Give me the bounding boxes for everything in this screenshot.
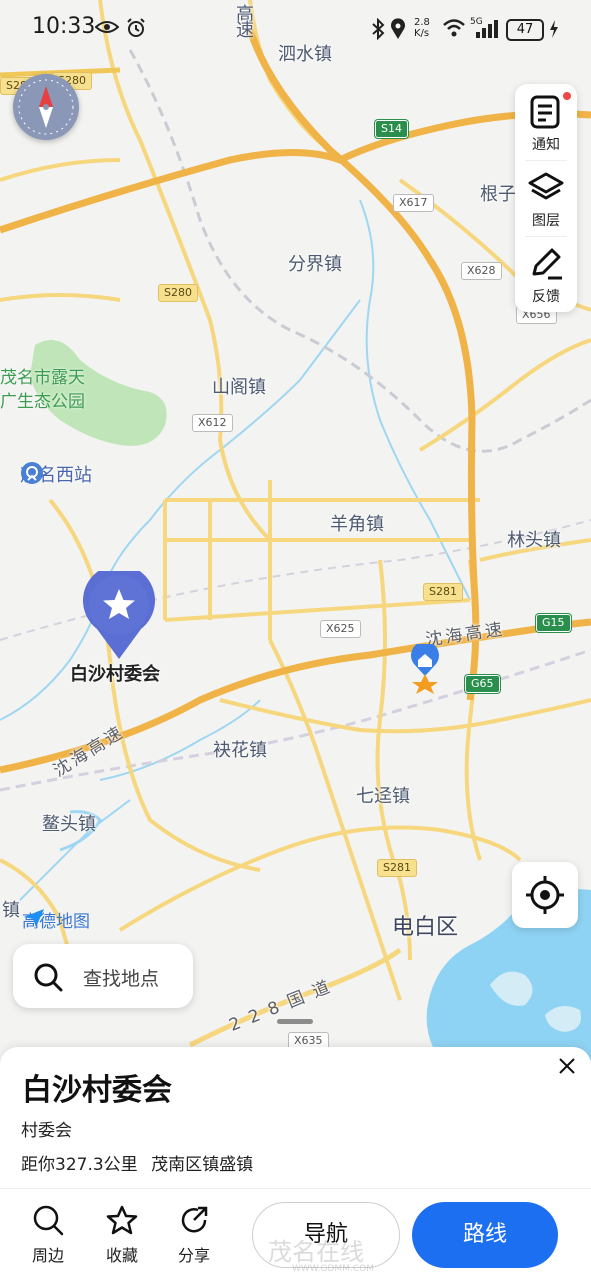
map-brand: 高德地图 — [22, 907, 90, 932]
cell-signal-icon — [476, 20, 498, 38]
map-label-jiuhua: 袂花镇 — [213, 740, 267, 761]
train-station-icon — [21, 462, 43, 484]
notify-badge-dot — [563, 92, 571, 100]
place-distance: 距你327.3公里 — [21, 1155, 138, 1175]
selected-place-label: 白沙村委会 — [70, 664, 160, 685]
map-label-park-line1: 茂名市露天 — [0, 368, 85, 388]
route-button[interactable]: 路线 — [412, 1202, 558, 1268]
close-icon[interactable] — [556, 1055, 578, 1077]
layers-label: 图层 — [532, 213, 560, 229]
notify-button[interactable]: 通知 — [515, 84, 577, 158]
nearby-label: 周边 — [31, 1246, 64, 1265]
wifi-icon — [443, 19, 465, 37]
status-time: 10:33 — [32, 14, 96, 39]
nearby-button[interactable]: 周边 — [18, 1204, 78, 1265]
battery-indicator: 47 — [506, 19, 544, 41]
place-address: 茂南区镇盛镇 — [151, 1155, 254, 1175]
net-speed-unit: K/s — [414, 28, 430, 39]
net-speed-value: 2.8 — [414, 17, 430, 28]
layers-icon — [528, 172, 564, 200]
crosshair-icon — [526, 876, 564, 914]
location-pin-icon — [411, 644, 439, 694]
status-bar: 10:33 2.8 K/s 5G 47 — [0, 0, 591, 58]
amap-logo-icon — [24, 909, 44, 927]
compass-icon — [18, 79, 74, 135]
map-drawing — [0, 0, 591, 1060]
map-canvas[interactable]: 高 速 泗水镇 根子 分界镇 山阁镇 羊角镇 林头镇 袂花镇 七迳镇 鳌头镇 镇… — [0, 0, 591, 1060]
favorite-button[interactable]: 收藏 — [92, 1204, 152, 1265]
edit-feedback-icon — [532, 248, 562, 280]
map-label-park-line2: 广生态公园 — [0, 392, 85, 412]
star-icon — [106, 1205, 138, 1235]
place-info: 距你327.3公里 茂南区镇盛镇 — [21, 1150, 253, 1175]
location-status-icon — [391, 18, 405, 39]
favorite-label: 收藏 — [105, 1246, 138, 1265]
map-label-genzi: 根子 — [480, 184, 516, 205]
shield-s281-b: S281 — [377, 859, 417, 877]
site-watermark: 茂名在线 WWW.GDMM.COM — [200, 1230, 400, 1276]
map-toolbar: 通知 图层 反馈 — [515, 84, 577, 312]
map-label-shange: 山阁镇 — [212, 377, 266, 398]
search-placeholder: 查找地点 — [83, 968, 160, 990]
shield-g15: G15 — [536, 614, 571, 632]
eye-icon — [95, 21, 119, 33]
star-pin-icon — [83, 571, 155, 659]
station-poi[interactable]: 茂名西站 — [20, 461, 92, 487]
place-type: 村委会 — [21, 1121, 72, 1141]
map-label-aotou: 鳌头镇 — [42, 814, 96, 835]
shield-x617: X617 — [393, 194, 434, 212]
shield-s280-c: S280 — [158, 284, 198, 302]
alarm-icon — [127, 18, 145, 37]
shield-g65: G65 — [465, 675, 500, 693]
compass-button[interactable] — [13, 74, 79, 140]
notification-icon — [530, 95, 560, 129]
search-nearby-icon — [33, 1205, 64, 1236]
shield-s281-a: S281 — [423, 583, 463, 601]
net-speed: 2.8 K/s — [414, 17, 430, 39]
watermark-url: WWW.GDMM.COM — [292, 1264, 374, 1274]
search-box[interactable]: 查找地点 — [13, 944, 193, 1008]
feedback-button[interactable]: 反馈 — [515, 236, 577, 310]
shield-s14: S14 — [375, 120, 408, 138]
feedback-label: 反馈 — [532, 289, 560, 305]
map-label-qijing: 七迳镇 — [356, 786, 410, 807]
map-label-fenjie: 分界镇 — [288, 254, 342, 275]
shield-x625: X625 — [320, 620, 361, 638]
map-label-zhen-edge: 镇 — [2, 900, 20, 921]
search-icon — [34, 963, 63, 992]
map-label-dianbai: 电白区 — [392, 915, 459, 940]
bluetooth-icon — [372, 18, 385, 40]
sheet-divider — [0, 1188, 591, 1189]
place-name: 白沙村委会 — [22, 1073, 172, 1108]
layers-button[interactable]: 图层 — [515, 160, 577, 234]
sheet-drag-handle[interactable] — [277, 1019, 313, 1024]
watermark-text: 茂名在线 — [268, 1238, 364, 1266]
map-label-yangjiao: 羊角镇 — [330, 514, 384, 535]
notify-label: 通知 — [532, 137, 560, 153]
shield-x612: X612 — [192, 414, 233, 432]
charging-icon — [550, 20, 558, 38]
map-label-lintou: 林头镇 — [507, 530, 561, 551]
locate-me-button[interactable] — [512, 862, 578, 928]
shield-x628: X628 — [461, 262, 502, 280]
